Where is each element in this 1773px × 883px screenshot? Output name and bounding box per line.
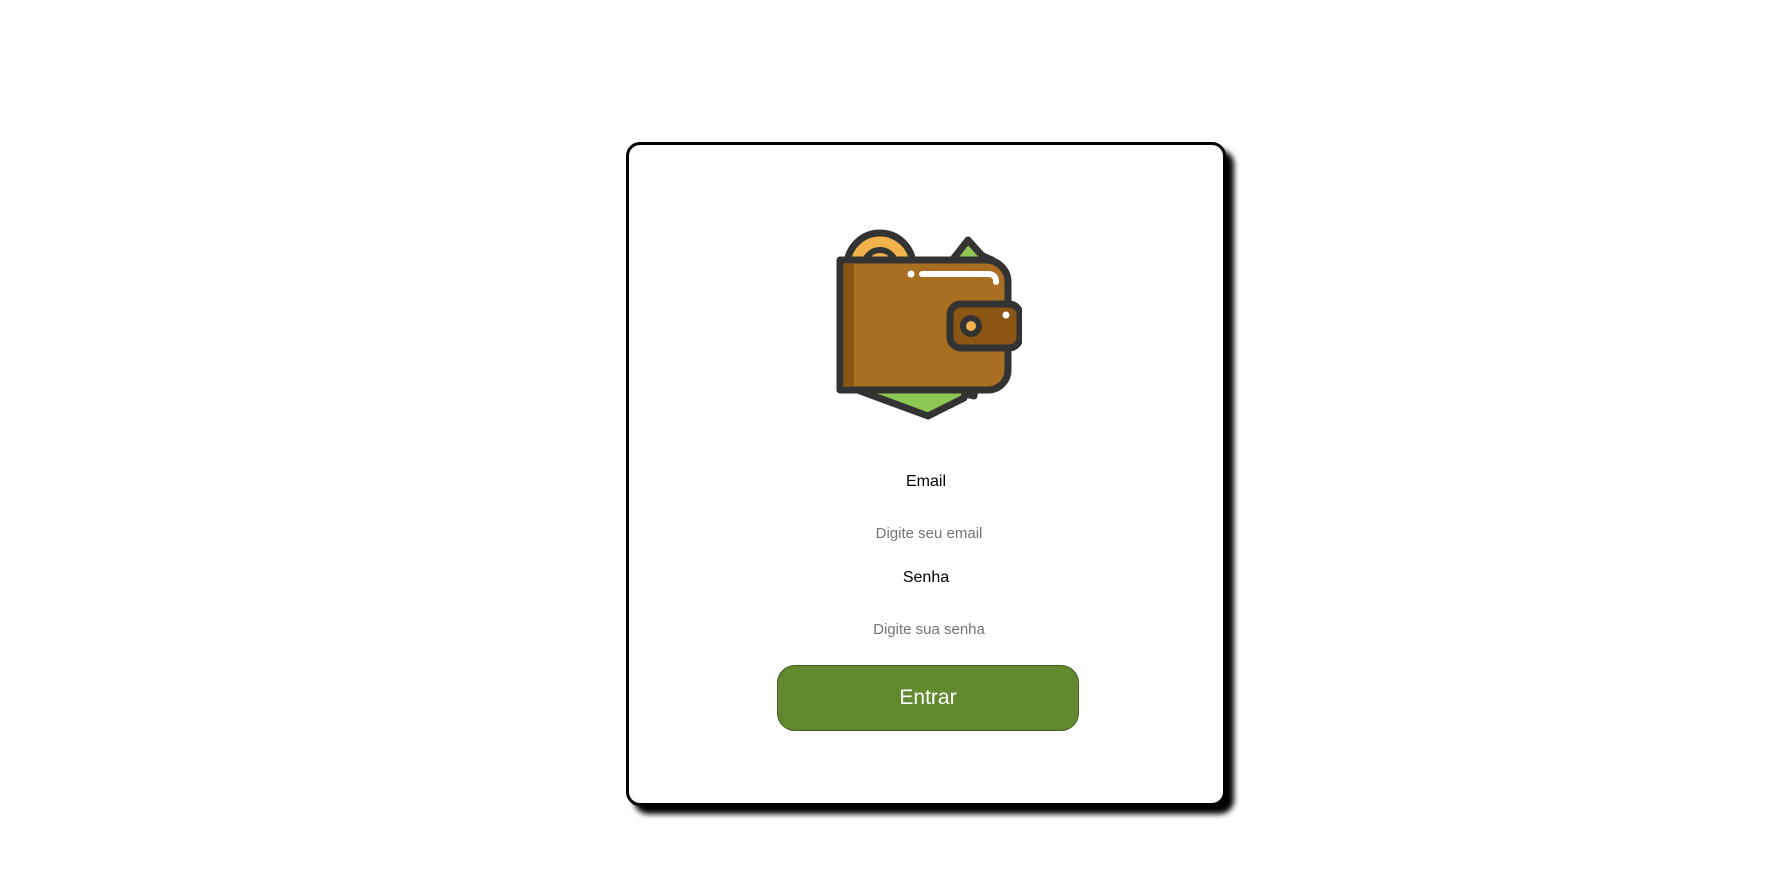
email-input[interactable] <box>779 521 1079 545</box>
email-label: Email <box>905 473 946 490</box>
login-button[interactable]: Entrar <box>777 665 1079 731</box>
wallet-icon <box>836 229 1022 420</box>
password-input[interactable] <box>779 617 1079 641</box>
password-label: Senha <box>902 569 950 586</box>
login-card: Email Senha Entrar <box>626 142 1226 806</box>
